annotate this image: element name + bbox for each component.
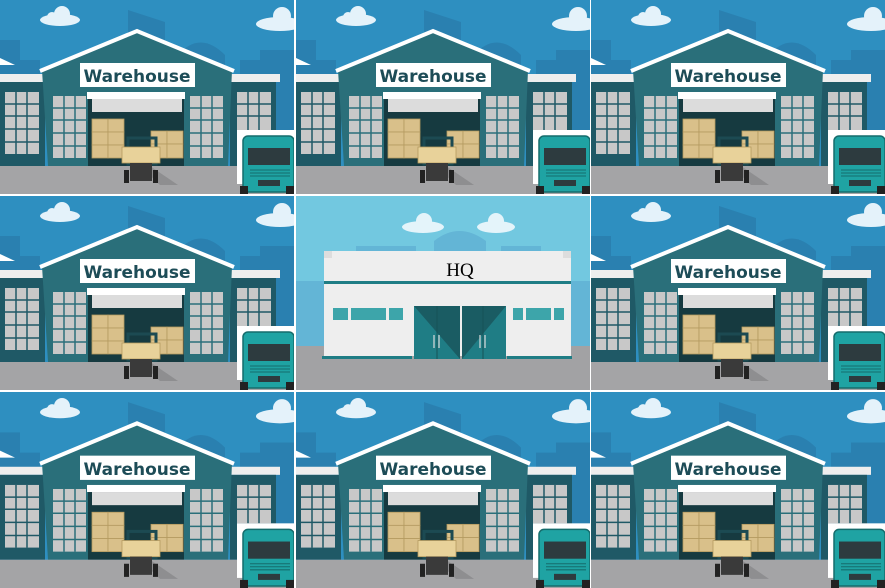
warehouse-sign: Warehouse [83, 460, 190, 480]
warehouse-tile: Warehouse [591, 0, 885, 194]
hq-tile: HQ [296, 196, 590, 390]
warehouse-tile: Warehouse [0, 196, 294, 390]
warehouse-tile: Warehouse [591, 392, 885, 588]
warehouse-tile: Warehouse [0, 0, 294, 194]
warehouse-tile: Warehouse [0, 392, 294, 588]
warehouse-sign: Warehouse [674, 460, 781, 480]
warehouse-tile: Warehouse [296, 392, 590, 588]
warehouse-tile: Warehouse [296, 0, 590, 194]
hq-sign: HQ [446, 260, 474, 281]
warehouse-sign: Warehouse [379, 460, 486, 480]
warehouse-sign: Warehouse [674, 263, 781, 283]
warehouse-sign: Warehouse [379, 67, 486, 87]
warehouse-tile: Warehouse [591, 196, 885, 390]
warehouse-network-illustration: Warehouse Warehouse Warehouse Warehouse … [0, 0, 885, 588]
warehouse-sign: Warehouse [674, 67, 781, 87]
warehouse-sign: Warehouse [83, 263, 190, 283]
warehouse-sign: Warehouse [83, 67, 190, 87]
